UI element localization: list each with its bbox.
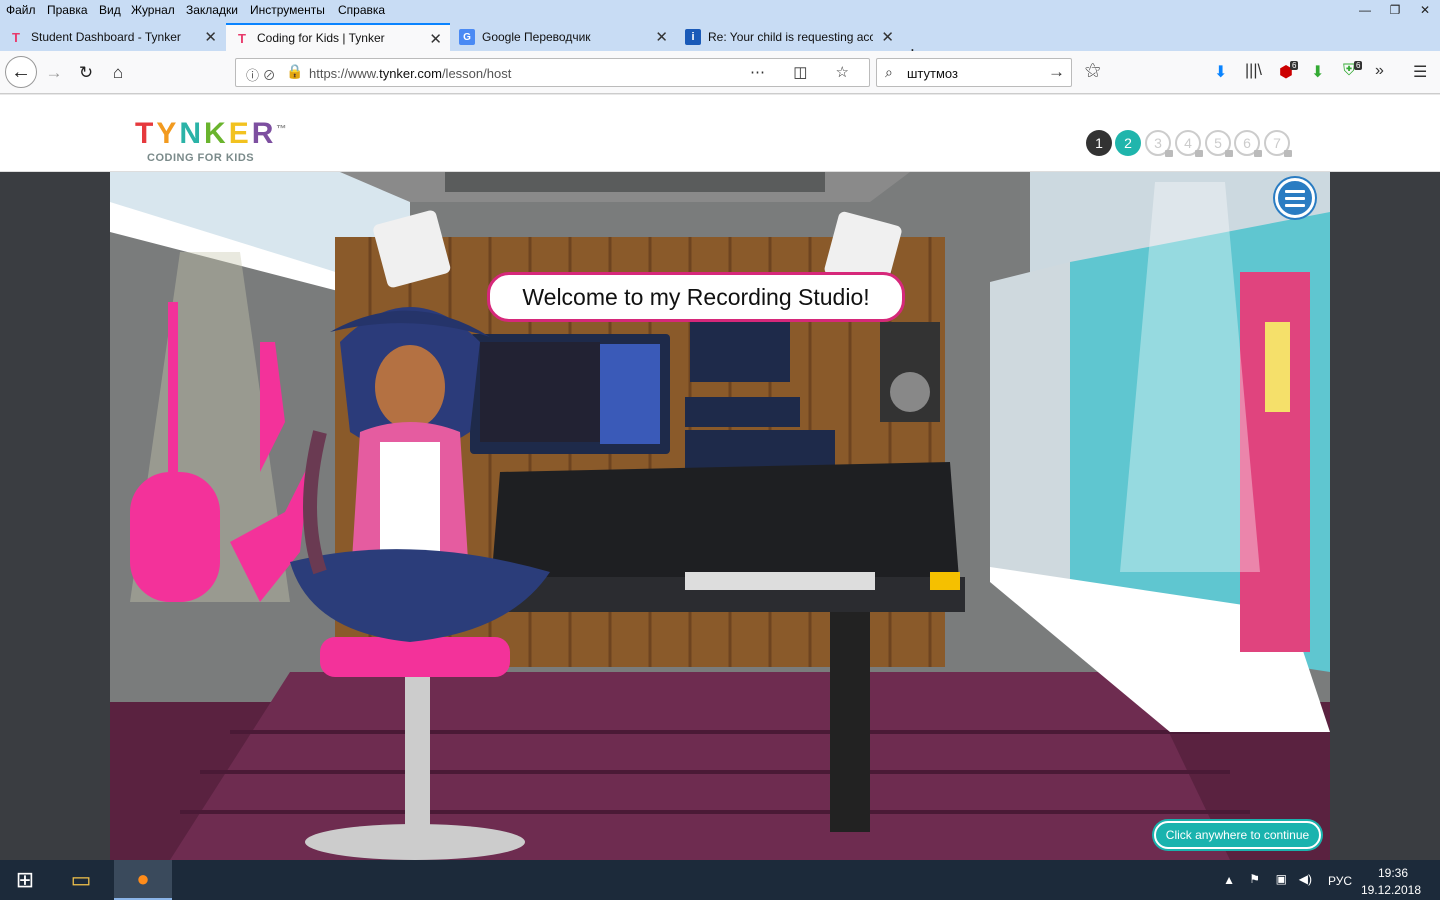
menu-help[interactable]: Справка xyxy=(338,3,385,17)
step-2[interactable]: 2 xyxy=(1115,130,1141,156)
tab-strip: T Student Dashboard - Tynker ✕ T Coding … xyxy=(0,20,1440,67)
windows-taskbar: ⊞ ▭ ● ▲ ⚑ ▣ ◀) РУС 19:36 19.12.2018 xyxy=(0,860,1440,900)
lock-icon[interactable]: 🔒 xyxy=(286,63,303,80)
lock-icon xyxy=(1195,150,1203,157)
start-icon[interactable]: ⊞ xyxy=(0,860,50,900)
site-header: TYNKER™ CODING FOR KIDS 1 2 3 4 5 6 7 xyxy=(0,95,1440,172)
lesson-menu-button[interactable] xyxy=(1275,178,1315,218)
continue-button[interactable]: Click anywhere to continue xyxy=(1154,821,1321,849)
adblock-badge: 6 xyxy=(1290,61,1299,70)
tynker-icon: T xyxy=(12,29,20,45)
download-icon[interactable]: ⬇ xyxy=(1214,62,1227,82)
google-translate-icon: G xyxy=(459,29,475,45)
download-helper-icon[interactable]: ⬇ xyxy=(1311,62,1324,82)
close-window-icon[interactable]: ✕ xyxy=(1410,0,1440,20)
close-tab-icon[interactable]: ✕ xyxy=(881,28,894,46)
step-1[interactable]: 1 xyxy=(1086,130,1112,156)
tray-expand-icon[interactable]: ▲ xyxy=(1223,873,1235,887)
menu-view[interactable]: Вид xyxy=(99,3,121,17)
lesson-stage[interactable]: Welcome to my Recording Studio! Click an… xyxy=(0,172,1440,860)
overflow-icon[interactable]: » xyxy=(1375,62,1384,80)
tab-google-translate[interactable]: G Google Переводчик ✕ xyxy=(451,23,676,51)
tab-title: Re: Your child is requesting acc xyxy=(708,30,873,44)
file-explorer-icon[interactable]: ▭ xyxy=(57,860,105,900)
navigation-toolbar: ← → ↻ ⌂ ⓘ ⊘ 🔒 https://www.tynker.com/les… xyxy=(0,51,1440,94)
clock-time[interactable]: 19:36 xyxy=(1378,866,1408,880)
tab-student-dashboard[interactable]: T Student Dashboard - Tynker ✕ xyxy=(0,23,225,51)
page-actions[interactable]: ⋯ ◫ ☆ xyxy=(750,63,861,81)
menu-file[interactable]: Файл xyxy=(6,3,36,17)
flag-icon[interactable]: ⚑ xyxy=(1249,872,1260,886)
volume-icon[interactable]: ◀) xyxy=(1299,872,1312,886)
library-icon[interactable]: |||\ xyxy=(1245,62,1262,80)
lock-icon xyxy=(1165,150,1173,157)
menu-line xyxy=(1285,189,1305,193)
lock-icon xyxy=(1284,150,1292,157)
menu-bookmarks[interactable]: Закладки xyxy=(186,3,238,17)
close-tab-icon[interactable]: ✕ xyxy=(204,28,217,46)
menu-bar: Файл Правка Вид Журнал Закладки Инструме… xyxy=(0,0,1440,20)
bookmark-manage-icon[interactable]: ⚝ xyxy=(1085,62,1101,80)
search-bar[interactable]: ⌕ штутмоз → xyxy=(876,58,1072,87)
step-5[interactable]: 5 xyxy=(1205,130,1233,157)
step-4[interactable]: 4 xyxy=(1175,130,1203,157)
language-indicator[interactable]: РУС xyxy=(1328,874,1352,888)
lock-icon xyxy=(1225,150,1233,157)
tynker-logo[interactable]: TYNKER™ xyxy=(135,117,289,151)
menu-line xyxy=(1285,196,1305,200)
tab-coding-for-kids[interactable]: T Coding for Kids | Tynker ✕ xyxy=(226,23,450,51)
tab-title: Google Переводчик xyxy=(482,30,591,44)
search-go-icon[interactable]: → xyxy=(1048,62,1065,82)
close-tab-icon[interactable]: ✕ xyxy=(429,30,442,48)
home-button[interactable]: ⌂ xyxy=(104,59,132,87)
back-button[interactable]: ← xyxy=(5,56,37,88)
step-3[interactable]: 3 xyxy=(1145,130,1173,157)
speech-bubble: Welcome to my Recording Studio! xyxy=(487,272,905,322)
lock-icon xyxy=(1254,150,1262,157)
forward-button[interactable]: → xyxy=(40,59,68,87)
step-7[interactable]: 7 xyxy=(1264,130,1292,157)
url-text[interactable]: https://www.tynker.com/lesson/host xyxy=(309,66,511,81)
tab-title: Coding for Kids | Tynker xyxy=(257,31,385,45)
shield-badge: 6 xyxy=(1354,61,1363,70)
logo-tagline: CODING FOR KIDS xyxy=(147,152,255,164)
menu-tools[interactable]: Инструменты xyxy=(250,3,325,17)
menu-history[interactable]: Журнал xyxy=(131,3,175,17)
hamburger-menu-icon[interactable]: ☰ xyxy=(1413,62,1427,82)
address-bar[interactable]: ⓘ ⊘ 🔒 https://www.tynker.com/lesson/host… xyxy=(235,58,870,87)
restore-icon[interactable]: ❐ xyxy=(1380,0,1410,20)
menu-edit[interactable]: Правка xyxy=(47,3,88,17)
reload-button[interactable]: ↻ xyxy=(72,59,100,87)
menu-line xyxy=(1285,203,1305,207)
info-icon: i xyxy=(685,29,701,45)
clock-date[interactable]: 19.12.2018 xyxy=(1361,883,1421,897)
step-6[interactable]: 6 xyxy=(1234,130,1262,157)
minimize-icon[interactable]: — xyxy=(1350,0,1380,20)
tab-email[interactable]: i Re: Your child is requesting acc ✕ xyxy=(677,23,902,51)
firefox-icon[interactable]: ● xyxy=(114,860,172,900)
network-icon[interactable]: ▣ xyxy=(1276,872,1287,886)
search-input[interactable]: штутмоз xyxy=(907,66,958,81)
close-tab-icon[interactable]: ✕ xyxy=(655,28,668,46)
search-icon: ⌕ xyxy=(885,64,893,80)
tynker-icon: T xyxy=(238,30,246,46)
info-icon[interactable]: ⓘ ⊘ xyxy=(246,65,276,84)
tab-title: Student Dashboard - Tynker xyxy=(31,30,181,44)
